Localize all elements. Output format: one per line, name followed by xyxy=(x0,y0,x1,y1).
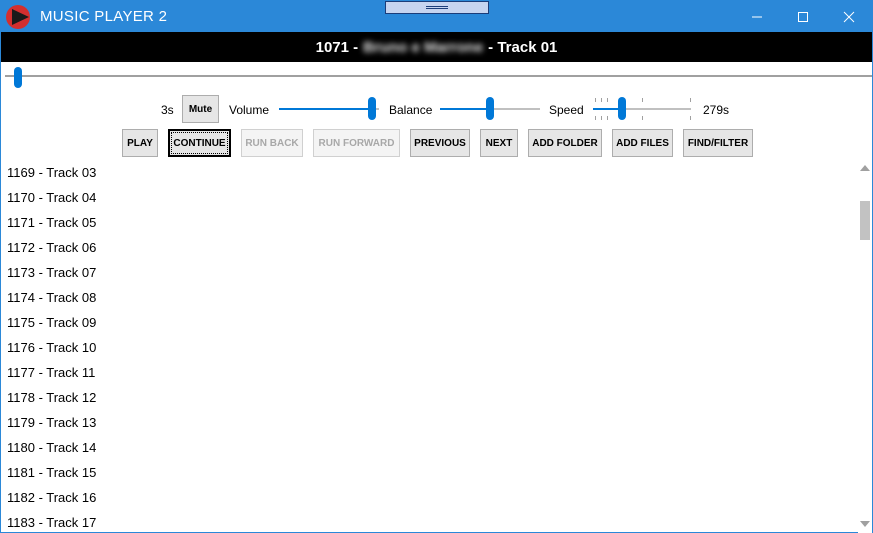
speed-label: Speed xyxy=(549,103,584,117)
maximize-button[interactable] xyxy=(780,1,826,32)
volume-slider[interactable] xyxy=(279,95,379,123)
run-back-button: RUN BACK xyxy=(241,129,303,157)
list-item[interactable]: 1180 - Track 14 xyxy=(1,435,857,460)
list-item[interactable]: 1181 - Track 15 xyxy=(1,460,857,485)
list-item[interactable]: 1179 - Track 13 xyxy=(1,410,857,435)
playlist-scrollbar[interactable] xyxy=(858,160,872,533)
list-item[interactable]: 1182 - Track 16 xyxy=(1,485,857,510)
balance-thumb[interactable] xyxy=(486,97,494,120)
volume-thumb[interactable] xyxy=(368,97,376,120)
volume-fill xyxy=(279,108,372,110)
speed-tick xyxy=(601,116,602,120)
playlist[interactable]: 1169 - Track 03 1170 - Track 04 1171 - Tra… xyxy=(1,160,857,533)
list-item[interactable]: 1172 - Track 06 xyxy=(1,235,857,260)
action-buttons: PLAY CONTINUE RUN BACK RUN FORWARD PREVI… xyxy=(1,129,872,157)
previous-button[interactable]: PREVIOUS xyxy=(410,129,470,157)
speed-tick xyxy=(642,98,643,102)
list-item[interactable]: 1176 - Track 10 xyxy=(1,335,857,360)
speed-tick xyxy=(690,116,691,120)
run-forward-button: RUN FORWARD xyxy=(313,129,400,157)
speed-tick xyxy=(642,116,643,120)
seek-slider[interactable] xyxy=(1,63,872,89)
continue-button[interactable]: CONTINUE xyxy=(168,129,231,157)
list-item[interactable]: 1183 - Track 17 xyxy=(1,510,857,533)
speed-tick xyxy=(601,98,602,102)
balance-fill xyxy=(440,108,490,110)
list-item[interactable]: 1178 - Track 12 xyxy=(1,385,857,410)
play-button[interactable]: PLAY xyxy=(122,129,158,157)
speed-tick xyxy=(690,98,691,102)
next-button[interactable]: NEXT xyxy=(480,129,518,157)
scroll-down-icon[interactable] xyxy=(860,521,870,527)
balance-slider[interactable] xyxy=(440,95,540,123)
list-item[interactable]: 1169 - Track 03 xyxy=(1,160,857,185)
maximize-icon xyxy=(798,11,808,22)
speed-tick xyxy=(595,116,596,120)
add-folder-button[interactable]: ADD FOLDER xyxy=(528,129,602,157)
grip-icon xyxy=(426,6,448,9)
now-playing-number: 1071 - xyxy=(315,38,359,56)
elapsed-time: 3s xyxy=(161,103,174,117)
playback-controls: 3s Mute Volume Balance Speed 279s xyxy=(1,95,872,123)
list-item[interactable]: 1174 - Track 08 xyxy=(1,285,857,310)
drag-handle[interactable] xyxy=(385,1,489,14)
list-item[interactable]: 1173 - Track 07 xyxy=(1,260,857,285)
seek-thumb[interactable] xyxy=(14,67,22,88)
window-title: MUSIC PLAYER 2 xyxy=(40,8,168,25)
play-triangle-icon xyxy=(6,5,30,29)
speed-tick xyxy=(595,98,596,102)
close-button[interactable] xyxy=(826,1,872,32)
speed-slider[interactable] xyxy=(593,95,691,123)
find-filter-button[interactable]: FIND/FILTER xyxy=(683,129,753,157)
now-playing-bar: 1071 - Bruno e Marrone - Track 01 xyxy=(1,32,872,62)
title-bar[interactable]: MUSIC PLAYER 2 xyxy=(1,1,872,32)
total-time: 279s xyxy=(703,103,730,117)
list-item[interactable]: 1171 - Track 05 xyxy=(1,210,857,235)
close-icon xyxy=(843,11,855,22)
mute-button[interactable]: Mute xyxy=(182,95,219,123)
speed-tick xyxy=(607,116,608,120)
minimize-icon xyxy=(752,16,762,17)
list-item[interactable]: 1170 - Track 04 xyxy=(1,185,857,210)
list-item[interactable]: 1177 - Track 11 xyxy=(1,360,857,385)
seek-track xyxy=(5,75,872,77)
balance-label: Balance xyxy=(389,103,433,117)
speed-thumb[interactable] xyxy=(618,97,626,120)
music-player-window: MUSIC PLAYER 2 1071 - Bruno e Marrone - … xyxy=(0,0,873,533)
scroll-thumb[interactable] xyxy=(860,201,870,240)
speed-tick xyxy=(607,98,608,102)
now-playing-track: - Track 01 xyxy=(488,38,558,56)
add-files-button[interactable]: ADD FILES xyxy=(612,129,673,157)
minimize-button[interactable] xyxy=(734,1,780,32)
now-playing-artist: Bruno e Marrone xyxy=(363,38,484,56)
list-item[interactable]: 1175 - Track 09 xyxy=(1,310,857,335)
scroll-up-icon[interactable] xyxy=(860,165,870,171)
volume-label: Volume xyxy=(229,103,270,117)
